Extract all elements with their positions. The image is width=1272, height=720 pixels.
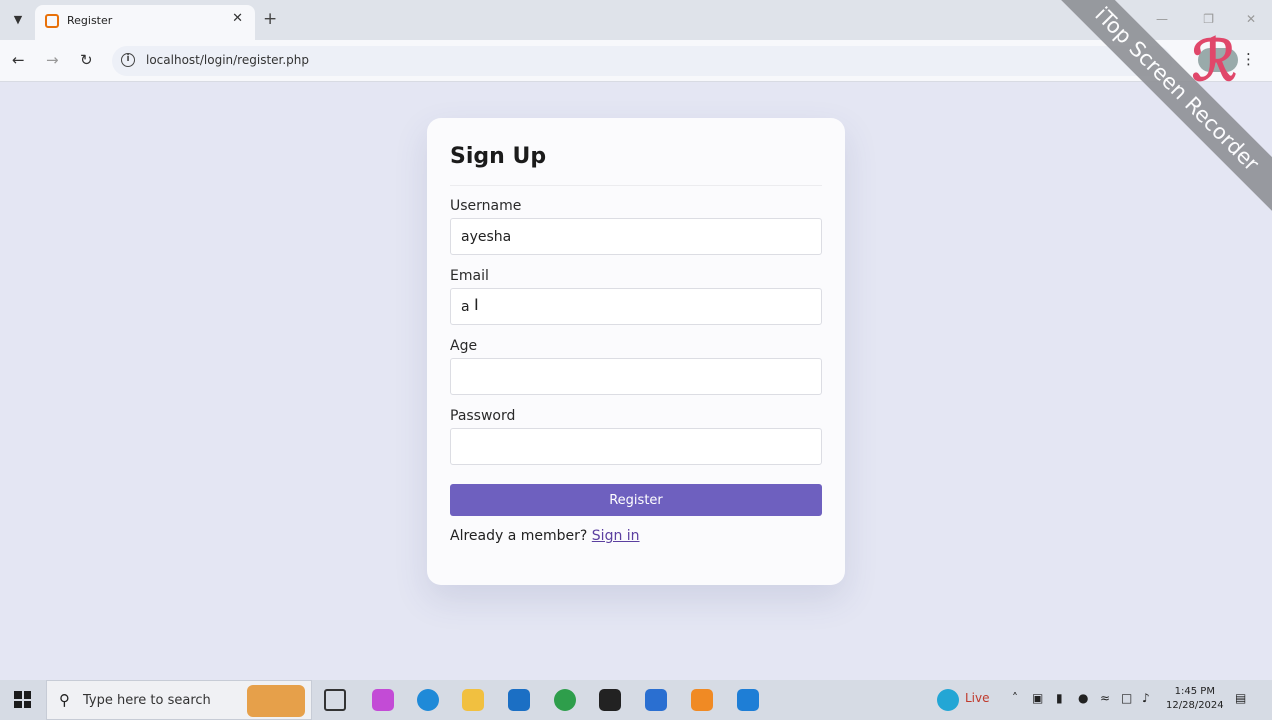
tray-window-icon[interactable]: □ bbox=[1121, 691, 1132, 705]
tab-close-icon[interactable]: ✕ bbox=[232, 11, 243, 26]
windows-taskbar: ⚲ Type here to search Live ˄ ▣ ▮ ● ≈ □ ♪… bbox=[0, 680, 1272, 720]
copilot-icon[interactable] bbox=[372, 689, 394, 711]
maximize-icon[interactable]: ❐ bbox=[1203, 12, 1214, 26]
search-highlight-icon bbox=[247, 685, 305, 717]
page-title: Sign Up bbox=[450, 144, 547, 169]
outlook-icon[interactable] bbox=[508, 689, 530, 711]
taskbar-search-placeholder: Type here to search bbox=[83, 693, 211, 708]
age-field[interactable] bbox=[450, 358, 822, 395]
email-field[interactable] bbox=[450, 288, 822, 325]
recorder-logo-icon: ℛ bbox=[1192, 29, 1237, 92]
minimize-icon[interactable]: — bbox=[1156, 12, 1168, 26]
tray-chevron-icon[interactable]: ˄ bbox=[1012, 691, 1018, 705]
task-view-icon[interactable] bbox=[324, 689, 346, 711]
password-label: Password bbox=[450, 408, 516, 424]
username-field[interactable] bbox=[450, 218, 822, 255]
text-cursor-icon: I bbox=[474, 295, 479, 314]
volume-icon[interactable]: ♪ bbox=[1142, 691, 1150, 705]
url-text: localhost/login/register.php bbox=[146, 53, 310, 67]
microphone-icon[interactable]: ● bbox=[1078, 691, 1088, 705]
weather-icon[interactable] bbox=[937, 689, 959, 711]
forward-icon[interactable]: → bbox=[46, 51, 59, 69]
wifi-icon[interactable]: ≈ bbox=[1100, 691, 1110, 705]
email-label: Email bbox=[450, 268, 489, 284]
back-icon[interactable]: ← bbox=[12, 51, 25, 69]
clock[interactable]: 1:45 PM 12/28/2024 bbox=[1166, 685, 1224, 713]
tab-search-chevron-icon[interactable]: ▼ bbox=[9, 11, 27, 29]
tab-title: Register bbox=[67, 14, 113, 27]
recorder-app-icon[interactable] bbox=[599, 689, 621, 711]
browser-toolbar: ← → ↻ i localhost/login/register.php bbox=[0, 40, 1272, 82]
title-divider bbox=[450, 185, 822, 186]
weather-live-label: Live bbox=[965, 691, 990, 705]
tray-app-icon[interactable]: ▣ bbox=[1032, 691, 1043, 705]
password-field[interactable] bbox=[450, 428, 822, 465]
download-app-icon[interactable] bbox=[645, 689, 667, 711]
clock-date: 12/28/2024 bbox=[1166, 700, 1224, 711]
site-info-icon[interactable]: i bbox=[121, 53, 135, 67]
age-label: Age bbox=[450, 338, 478, 354]
member-text: Already a member? bbox=[450, 528, 588, 544]
chrome-icon[interactable] bbox=[554, 689, 576, 711]
clock-time: 1:45 PM bbox=[1174, 686, 1215, 697]
new-tab-icon[interactable]: + bbox=[263, 9, 277, 29]
signin-link[interactable]: Sign in bbox=[592, 528, 640, 544]
address-bar[interactable]: i localhost/login/register.php bbox=[112, 46, 1172, 76]
close-window-icon[interactable]: ✕ bbox=[1246, 12, 1256, 26]
battery-icon[interactable]: ▮ bbox=[1056, 691, 1063, 705]
tab-register[interactable]: Register ✕ bbox=[35, 5, 255, 40]
xampp-icon[interactable] bbox=[691, 689, 713, 711]
edge-icon[interactable] bbox=[417, 689, 439, 711]
member-prompt: Already a member? Sign in bbox=[450, 528, 640, 544]
favicon-icon bbox=[45, 14, 59, 28]
file-explorer-icon[interactable] bbox=[462, 689, 484, 711]
notifications-icon[interactable]: ▤ bbox=[1235, 691, 1246, 705]
windows-start-icon[interactable] bbox=[14, 691, 31, 708]
reload-icon[interactable]: ↻ bbox=[80, 51, 93, 69]
search-icon: ⚲ bbox=[59, 691, 70, 709]
register-button[interactable]: Register bbox=[450, 484, 822, 516]
signup-card: Sign Up Username Email I Age Password Re… bbox=[427, 118, 845, 585]
vscode-icon[interactable] bbox=[737, 689, 759, 711]
username-label: Username bbox=[450, 198, 522, 214]
taskbar-search[interactable]: ⚲ Type here to search bbox=[46, 680, 312, 720]
